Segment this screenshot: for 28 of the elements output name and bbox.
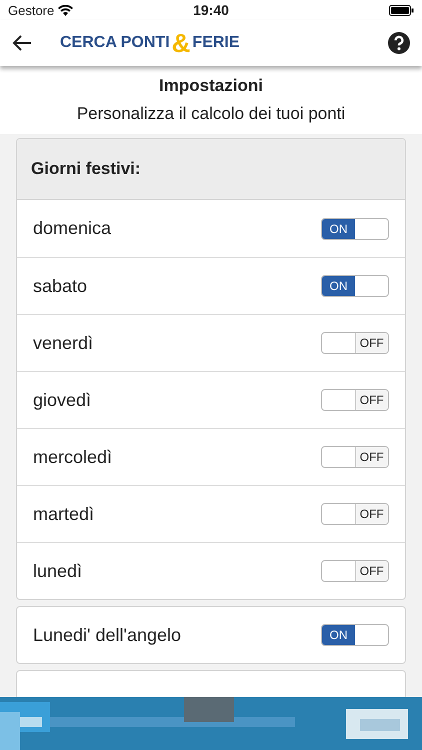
- toggle-switch[interactable]: ON: [321, 624, 389, 646]
- battery-icon: [389, 4, 414, 16]
- toggle-switch[interactable]: OFF: [321, 389, 389, 411]
- toggle-switch[interactable]: OFF: [321, 503, 389, 525]
- toggle-switch[interactable]: OFF: [321, 560, 389, 582]
- logo-text: FERIE: [192, 34, 240, 52]
- logo-ampersand: &: [172, 30, 190, 56]
- setting-label: giovedì: [33, 390, 92, 410]
- clock-time: 19:40: [193, 2, 229, 18]
- toggle-switch[interactable]: ON: [321, 275, 389, 297]
- setting-label: mercoledì: [33, 446, 112, 468]
- toggle-switch[interactable]: OFF: [321, 446, 389, 468]
- carrier-name: Gestore: [8, 2, 54, 18]
- wifi-icon: [58, 4, 74, 16]
- section-heading: Giorni festivi:: [31, 159, 141, 179]
- setting-label: sabato: [33, 276, 88, 296]
- page-title: Impostazioni: [158, 76, 264, 96]
- logo-text: CERCA PONTI: [60, 34, 170, 52]
- help-icon[interactable]: [388, 32, 410, 54]
- setting-label: venerdì: [33, 332, 94, 354]
- setting-label: martedì: [33, 504, 94, 524]
- back-arrow-icon[interactable]: [12, 35, 32, 51]
- setting-label: Lunedi' dell'angelo: [33, 624, 181, 646]
- page-subtitle: Personalizza il calcolo dei tuoi ponti: [76, 104, 346, 124]
- setting-label: lunedì: [33, 560, 82, 582]
- toggle-switch[interactable]: OFF: [321, 332, 389, 354]
- setting-label: domenica: [33, 218, 112, 239]
- toggle-switch[interactable]: ON: [321, 218, 389, 240]
